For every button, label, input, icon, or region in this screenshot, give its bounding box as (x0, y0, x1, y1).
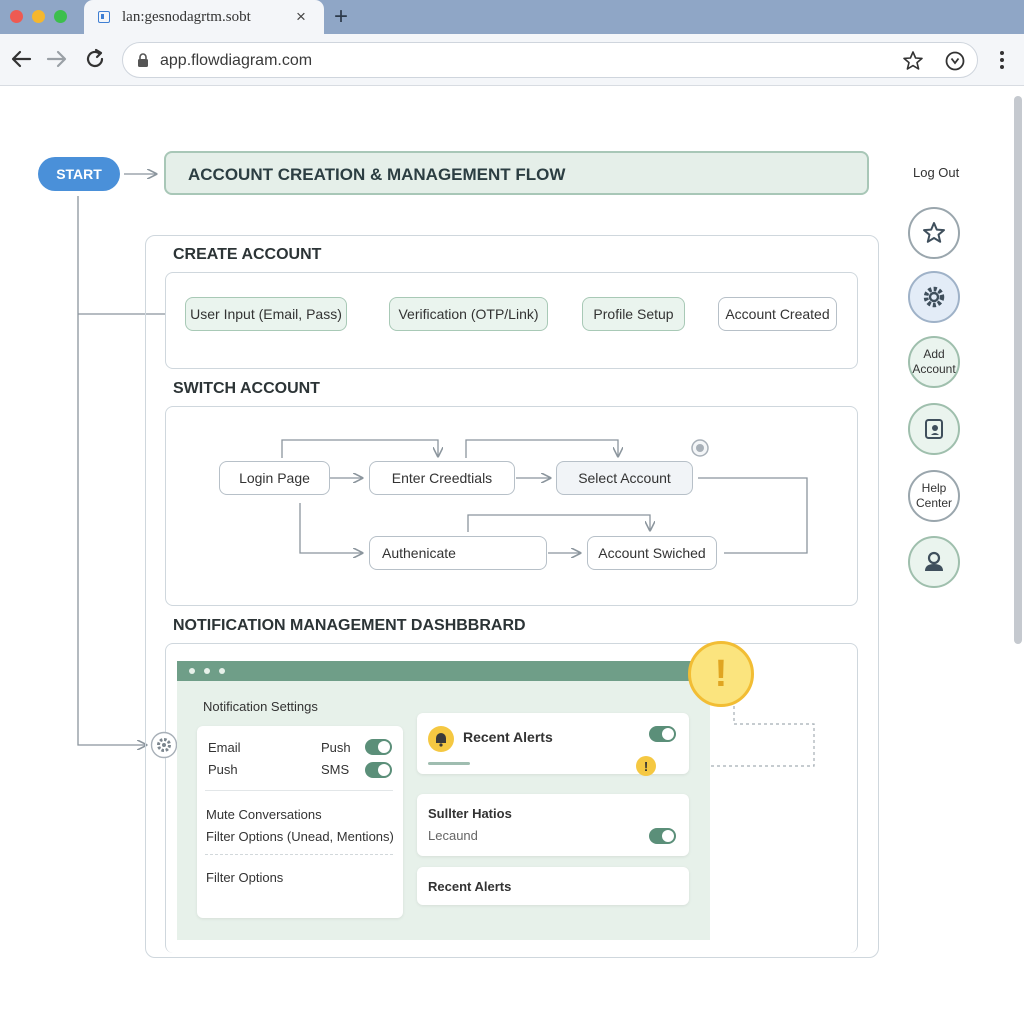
url-text: app.flowdiagram.com (160, 52, 313, 69)
add-account-label-line: Add (923, 347, 945, 361)
page-title: ACCOUNT CREATION & MANAGEMENT FLOW (164, 151, 869, 195)
logout-link[interactable]: Log Out (913, 165, 959, 180)
create-account-title: CREATE ACCOUNT (173, 246, 322, 263)
bell-icon (428, 726, 454, 752)
node-login-page[interactable]: Login Page (219, 461, 330, 495)
tab-title: lan:gesnodagrtm.sobt (122, 9, 251, 25)
close-window-button[interactable] (10, 10, 23, 23)
mute-conversations-option[interactable]: Mute Conversations (206, 807, 322, 822)
recent-alerts-label: Recent Alerts (428, 879, 512, 894)
reload-icon[interactable] (82, 46, 108, 72)
notification-settings-title: Notification Settings (203, 699, 318, 714)
minimize-window-button[interactable] (32, 10, 45, 23)
recent-alerts-title: Recent Alerts (463, 729, 553, 745)
status-card: Sullter Hatios Lecaund (417, 794, 689, 856)
setting-label: SMS (321, 762, 350, 777)
setting-label: Push (208, 762, 238, 777)
profile-card-button[interactable] (908, 403, 960, 455)
switch-account-title: SWITCH ACCOUNT (173, 380, 320, 397)
dashboard-titlebar (177, 661, 710, 681)
help-center-label-line: Center (915, 496, 953, 510)
filter-options-option[interactable]: Filter Options (206, 870, 283, 885)
scrollbar-thumb[interactable] (1014, 96, 1022, 644)
bookmark-star-icon[interactable] (901, 49, 925, 73)
step-user-input[interactable]: User Input (Email, Pass) (185, 297, 347, 331)
node-enter-credentials[interactable]: Enter Creedtials (369, 461, 515, 495)
add-account-button[interactable]: Add Account (908, 336, 960, 388)
alerts-toggle[interactable] (649, 726, 676, 742)
radio-indicator-icon (691, 439, 709, 457)
settings-card: Email Push Push SMS Mute Conversations F… (197, 726, 403, 918)
node-account-switched[interactable]: Account Swiched (587, 536, 717, 570)
filter-options-detail[interactable]: Filter Options (Unead, Mentions) (206, 829, 394, 844)
tab-close-icon[interactable]: × (296, 7, 306, 27)
back-icon[interactable] (8, 46, 34, 72)
step-account-created[interactable]: Account Created (718, 297, 837, 331)
star-icon (923, 222, 945, 243)
setting-label: Push (321, 740, 351, 755)
forward-icon[interactable] (44, 46, 70, 72)
address-bar[interactable]: app.flowdiagram.com (122, 42, 978, 78)
settings-gear-icon[interactable] (150, 731, 178, 759)
push-toggle[interactable] (365, 739, 392, 755)
alert-dot-icon[interactable]: ! (636, 756, 656, 776)
switch-account-section (165, 406, 858, 606)
help-center-button[interactable]: Help Center (908, 470, 960, 522)
node-authenticate[interactable]: Authenicate (369, 536, 547, 570)
help-center-label-line: Help (921, 481, 947, 495)
step-verification[interactable]: Verification (OTP/Link) (389, 297, 548, 331)
browser-tab[interactable]: lan:gesnodagrtm.sobt × (84, 0, 324, 34)
favorites-button[interactable] (908, 207, 960, 259)
user-profile-button[interactable] (908, 536, 960, 588)
notification-dashboard-title: NOTIFICATION MANAGEMENT DASHBBRARD (173, 617, 526, 634)
tab-strip: lan:gesnodagrtm.sobt × + (0, 0, 1024, 34)
step-profile-setup[interactable]: Profile Setup (582, 297, 685, 331)
help-center-label: Help Center (916, 481, 952, 511)
browser-menu-icon[interactable] (994, 48, 1010, 72)
gear-icon (923, 286, 945, 308)
new-tab-button[interactable]: + (334, 3, 348, 31)
setting-label: Email (208, 740, 241, 755)
add-account-label: Add Account (912, 347, 955, 377)
extension-icon[interactable] (943, 49, 967, 73)
id-card-icon (925, 419, 943, 439)
user-icon (925, 551, 943, 571)
status-card-subtitle: Lecaund (428, 828, 478, 843)
status-card-title: Sullter Hatios (428, 806, 512, 821)
status-toggle[interactable] (649, 828, 676, 844)
page-favicon-icon (98, 11, 110, 23)
add-account-label-line: Account (912, 362, 956, 376)
dashboard-window: Notification Settings Email Push Push SM… (177, 661, 710, 940)
maximize-window-button[interactable] (54, 10, 67, 23)
warning-alert-icon[interactable]: ! (688, 641, 754, 707)
settings-button[interactable] (908, 271, 960, 323)
recent-alerts-card-secondary[interactable]: Recent Alerts (417, 867, 689, 905)
sms-toggle[interactable] (365, 762, 392, 778)
lock-icon (138, 53, 148, 67)
node-select-account[interactable]: Select Account (556, 461, 693, 495)
start-node[interactable]: START (38, 157, 120, 191)
